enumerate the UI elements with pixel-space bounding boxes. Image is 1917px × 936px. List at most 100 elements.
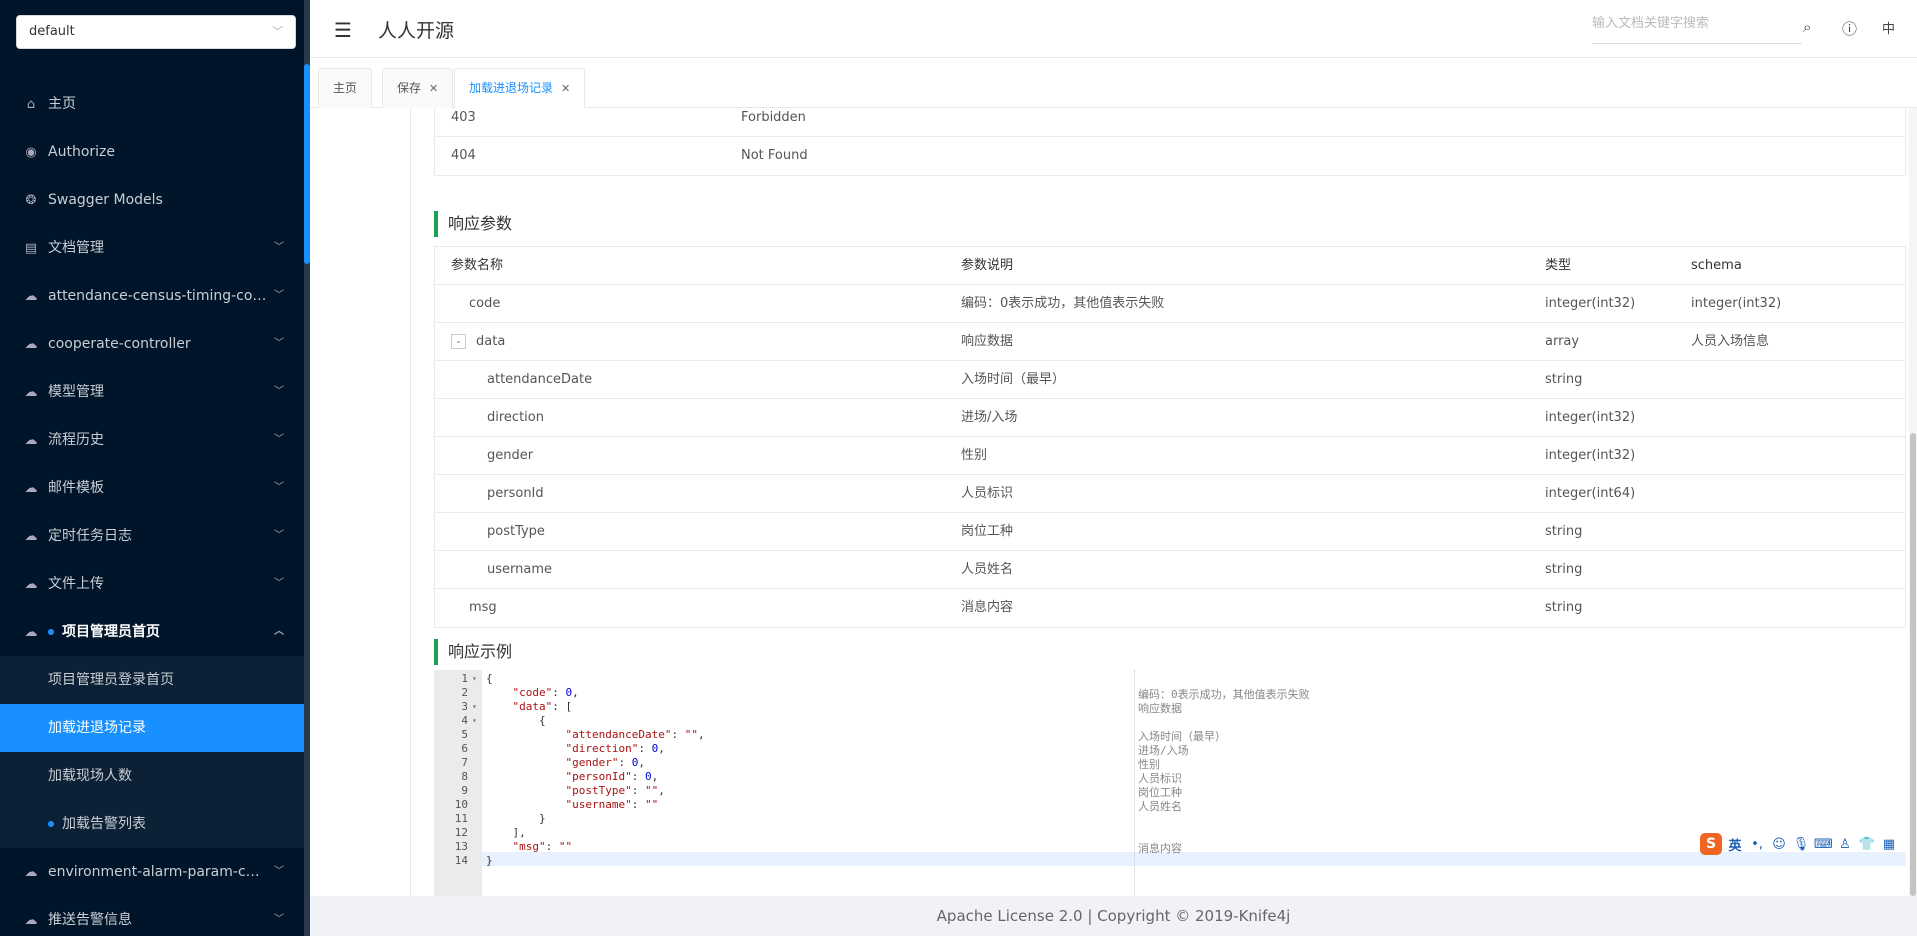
sidebar-item[interactable]: ◉ Authorize	[0, 128, 304, 176]
line-number: 2	[461, 686, 468, 699]
search-icon[interactable]: ⌕	[1803, 18, 1811, 36]
tab-label: 保存	[397, 81, 422, 95]
param-name: code	[469, 285, 500, 323]
line-number: 10	[454, 798, 468, 811]
emoji-icon[interactable]: ☺	[1770, 837, 1788, 852]
response-example-title: 响应示例	[434, 639, 512, 665]
tab-bar: 主页 保存 ✕ 加载进退场记录 ✕	[310, 58, 1917, 108]
sidebar-subitem[interactable]: 项目管理员登录首页	[0, 656, 304, 704]
home-icon: ⌂	[26, 97, 36, 112]
fold-arrow-icon[interactable]: ▾	[472, 700, 477, 714]
sidebar-item-label: 流程历史	[48, 432, 104, 448]
grid-icon[interactable]: ▦	[1880, 837, 1898, 852]
table-row: attendanceDate 入场时间（最早） string	[435, 361, 1905, 399]
sidebar-item[interactable]: ☁ 定时任务日志 ﹀	[0, 512, 304, 560]
tab-label: 加载进退场记录	[469, 81, 554, 95]
ime-lang-toggle[interactable]: 英	[1726, 835, 1744, 854]
sidebar-submenu: 项目管理员登录首页加载进退场记录 加载现场人数 加载告警列表	[0, 656, 304, 848]
sidebar-item[interactable]: ☁ 邮件模板 ﹀	[0, 464, 304, 512]
sidebar-item[interactable]: ▤ 文档管理 ﹀	[0, 224, 304, 272]
line-number: 9	[461, 784, 468, 797]
param-desc: 岗位工种	[961, 524, 1014, 539]
chevron-down-icon: ﹀	[274, 290, 284, 301]
group-select[interactable]: default ﹀	[16, 15, 296, 49]
ime-logo[interactable]: S	[1700, 833, 1722, 855]
sidebar-item-label: Authorize	[48, 144, 115, 160]
search-input[interactable]	[1592, 16, 1802, 31]
mic-icon[interactable]: 🎙	[1792, 837, 1810, 852]
content-scrollbar-track	[1909, 108, 1917, 896]
col-header: 参数名称	[451, 258, 504, 273]
sidebar-item[interactable]: ☁ 流程历史 ﹀	[0, 416, 304, 464]
sidebar-item[interactable]: ❂ Swagger Models	[0, 176, 304, 224]
footer: Apache License 2.0 | Copyright © 2019-Kn…	[310, 896, 1917, 936]
sidebar-item[interactable]: ☁ 推送告警信息 ﹀	[0, 896, 304, 936]
param-type: integer(int64)	[1545, 486, 1636, 501]
param-name-text: postType	[487, 524, 545, 539]
tab-home[interactable]: 主页	[318, 68, 373, 108]
keyboard-icon[interactable]: ⌨	[1814, 837, 1833, 852]
code-line-note: 进场/入场	[1138, 744, 1189, 757]
param-name: postType	[487, 513, 545, 551]
punct-icon[interactable]: •,	[1748, 837, 1766, 852]
sidebar-item[interactable]: ☁ cooperate-controller ﹀	[0, 320, 304, 368]
user-icon[interactable]: ♙	[1836, 837, 1854, 852]
language-toggle[interactable]: 中	[1882, 18, 1895, 37]
chevron-down-icon: ﹀	[272, 25, 283, 38]
sidebar-item[interactable]: ☁ environment-alarm-param-controller ﹀	[0, 848, 304, 896]
doc-content: 403 Forbidden 404 Not Found 响应参数 参数名称 参数…	[310, 108, 1917, 896]
line-number: 7	[461, 756, 468, 769]
chevron-down-icon: ﹀	[274, 914, 284, 925]
chevron-down-icon: ﹀	[274, 386, 284, 397]
param-type: integer(int32)	[1545, 448, 1636, 463]
skin-icon[interactable]: 👕	[1858, 837, 1876, 852]
line-number: 3	[461, 700, 468, 713]
sidebar-item-label: 主页	[48, 96, 76, 112]
code-line: "username": ""	[565, 798, 659, 811]
sidebar: default ﹀ ⌂ 主页 ◉ Authorize ❂ Swagger Models ▤ 文…	[0, 0, 310, 936]
sidebar-item[interactable]: ☁ attendance-census-timing-controller ﹀	[0, 272, 304, 320]
table-row: personId 人员标识 integer(int64)	[435, 475, 1905, 513]
tab-save[interactable]: 保存 ✕	[382, 68, 454, 108]
sidebar-item[interactable]: ☁ 模型管理 ﹀	[0, 368, 304, 416]
collapse-toggle[interactable]: -	[451, 334, 466, 349]
line-number: 11	[454, 812, 468, 825]
table-row: username 人员姓名 string	[435, 551, 1905, 589]
param-name-text: username	[487, 562, 552, 577]
sidebar-item-label: 邮件模板	[48, 480, 104, 496]
code-line: }	[486, 854, 493, 867]
sidebar-subitem[interactable]: 加载现场人数	[0, 752, 304, 800]
fold-arrow-icon[interactable]: ▾	[472, 672, 477, 686]
sidebar-item-label: cooperate-controller	[48, 336, 191, 352]
active-line-highlight	[482, 852, 1906, 866]
code-line: "attendanceDate": "",	[565, 728, 705, 741]
sidebar-item-label: 推送告警信息	[48, 912, 132, 928]
response-example-editor[interactable]: 1 ▾ {2 "code": 0, 编码：0表示成功，其他值表示失败 3 ▾ "data"…	[434, 670, 1906, 896]
sidebar-item-label: 模型管理	[48, 384, 104, 400]
sidebar-item-label: 定时任务日志	[48, 528, 132, 544]
code-line: {	[486, 672, 493, 685]
help-icon[interactable]: ⓘ	[1842, 18, 1857, 39]
sidebar-item[interactable]: ⌂ 主页	[0, 80, 304, 128]
cloud-icon: ☁	[24, 913, 38, 928]
lock-icon: ◉	[25, 145, 37, 160]
param-type: string	[1545, 372, 1583, 387]
sidebar-subitem[interactable]: 加载进退场记录	[0, 704, 304, 752]
line-number: 6	[461, 742, 468, 755]
tab-attendance-records[interactable]: 加载进退场记录 ✕	[454, 68, 586, 108]
param-name-text: gender	[487, 448, 534, 463]
param-desc: 响应数据	[961, 334, 1014, 349]
close-icon[interactable]: ✕	[429, 82, 438, 95]
param-type: integer(int32)	[1545, 410, 1636, 425]
param-name-text: data	[476, 334, 506, 349]
param-name-text: code	[469, 296, 501, 311]
active-dot	[48, 821, 54, 827]
content-scrollbar[interactable]	[1910, 433, 1916, 896]
fold-arrow-icon[interactable]: ▾	[472, 714, 477, 728]
menu-fold-icon[interactable]: ☰	[334, 18, 352, 42]
sidebar-item[interactable]: ☁ 项目管理员首页 ︿	[0, 608, 304, 656]
close-icon[interactable]: ✕	[561, 82, 570, 95]
sidebar-subitem[interactable]: 加载告警列表	[0, 800, 304, 848]
sidebar-item-label: 项目管理员登录首页	[48, 672, 174, 688]
sidebar-item[interactable]: ☁ 文件上传 ﹀	[0, 560, 304, 608]
